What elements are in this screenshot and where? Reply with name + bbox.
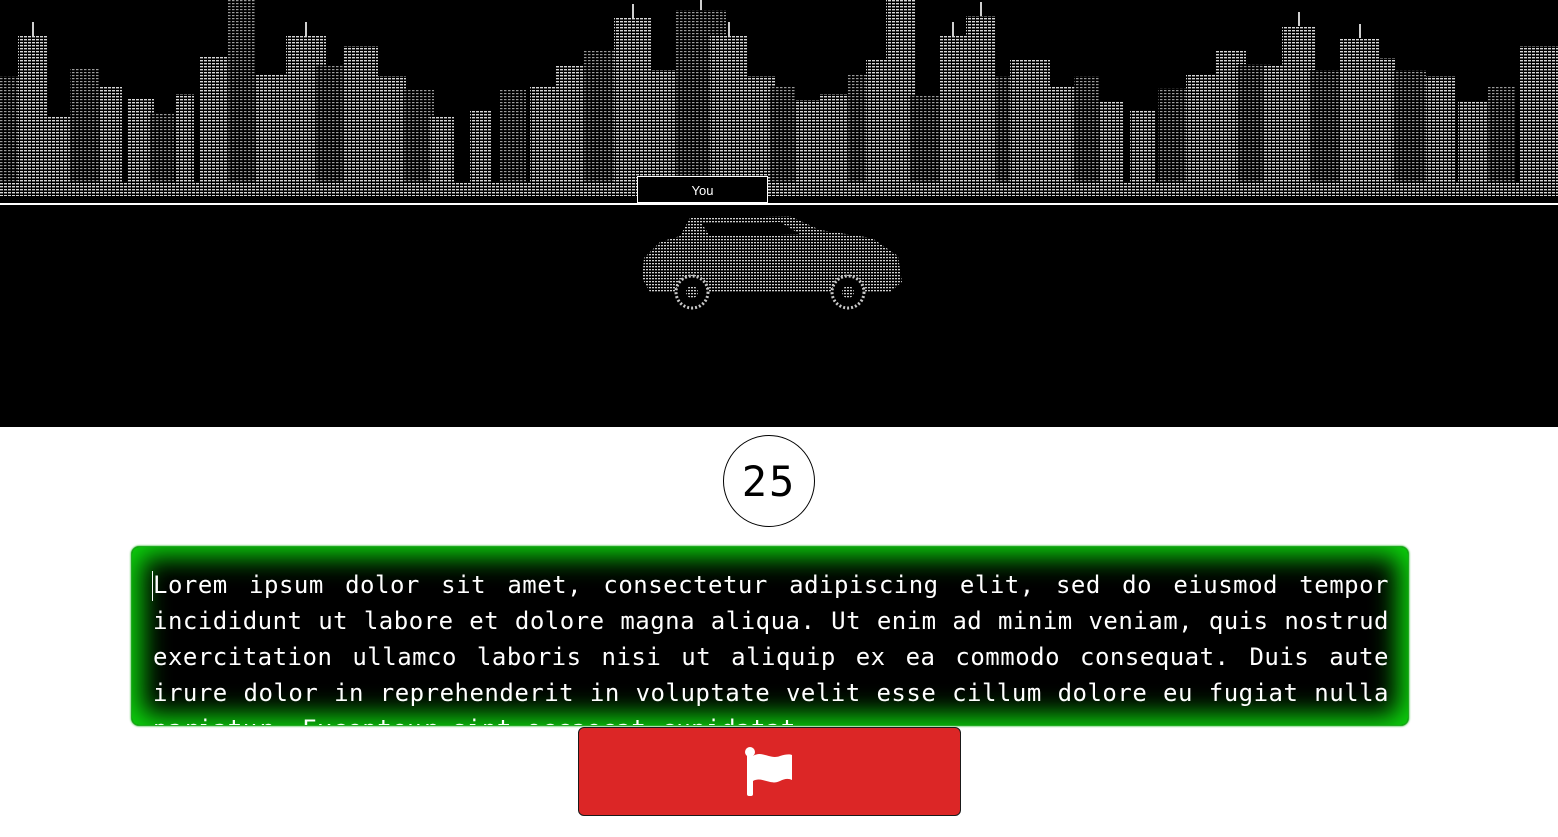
skyline-spire	[700, 0, 702, 10]
road-line	[0, 203, 1558, 205]
skyline-building	[584, 50, 616, 186]
skyline-building	[228, 0, 256, 186]
skyline-building	[256, 74, 286, 186]
skyline-spire	[728, 22, 730, 36]
skyline-building	[1310, 70, 1344, 186]
flag-icon	[744, 746, 792, 796]
skyline-building	[650, 70, 678, 186]
skyline-building	[500, 90, 526, 186]
skyline-building	[430, 116, 454, 186]
skyline-building	[770, 86, 796, 186]
skyline-building	[1010, 60, 1050, 186]
skyline-spire	[1359, 24, 1361, 38]
race-scene: You	[0, 0, 1558, 427]
skyline-building	[1488, 86, 1516, 186]
skyline-building	[1426, 76, 1456, 186]
skyline-building	[344, 46, 378, 186]
skyline-building	[404, 90, 434, 186]
skyline-building	[70, 68, 100, 186]
skyline-building	[176, 94, 194, 186]
skyline-building	[1370, 58, 1396, 186]
skyline-building	[796, 100, 820, 186]
skyline-building	[1130, 110, 1156, 186]
skyline-building	[376, 76, 406, 186]
countdown-timer: 25	[723, 435, 815, 527]
skyline-spire	[980, 2, 982, 16]
skyline-building	[1394, 70, 1426, 186]
skyline-spire	[952, 22, 954, 36]
skyline-building	[1100, 102, 1124, 186]
ascii-race-car	[642, 216, 902, 310]
give-up-button[interactable]	[578, 727, 961, 816]
skyline-spire	[1298, 12, 1300, 26]
skyline-building	[966, 16, 996, 186]
skyline-building	[150, 114, 174, 186]
ascii-city-skyline	[0, 0, 1558, 196]
skyline-building	[940, 36, 966, 186]
skyline-building	[100, 86, 122, 186]
skyline-building	[40, 116, 74, 186]
skyline-building	[614, 18, 652, 186]
skyline-building	[316, 66, 346, 186]
skyline-spire	[305, 22, 307, 36]
skyline-building	[1520, 46, 1558, 186]
skyline-building	[820, 94, 852, 186]
skyline-spire	[632, 4, 634, 18]
typing-passage-box[interactable]: Lorem ipsum dolor sit amet, consectetur …	[131, 546, 1409, 726]
player-name-tag: You	[637, 176, 768, 203]
skyline-building	[1458, 102, 1490, 186]
skyline-building	[710, 36, 748, 186]
skyline-building	[1074, 76, 1100, 186]
passage-text: Lorem ipsum dolor sit amet, consectetur …	[153, 571, 1389, 725]
skyline-building	[470, 110, 492, 186]
skyline-spire	[32, 22, 34, 36]
